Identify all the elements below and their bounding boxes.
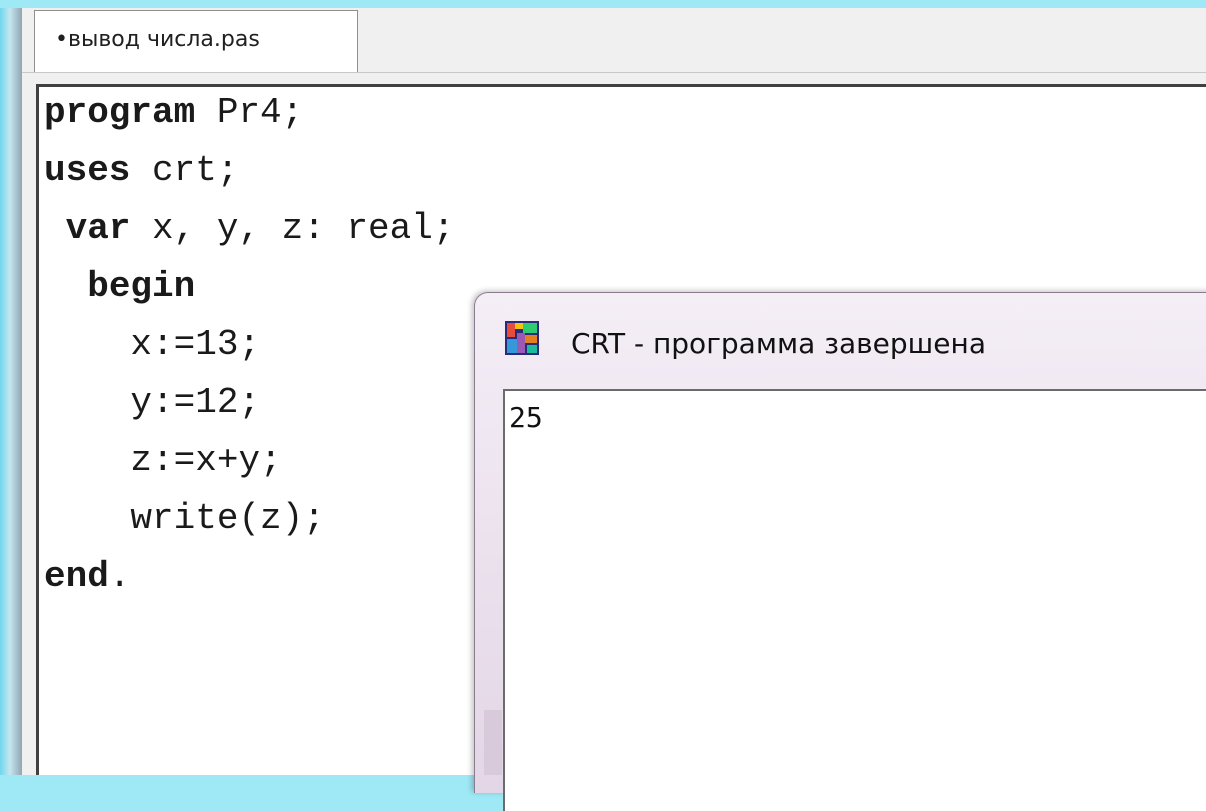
code-line-2: uses crt; (44, 150, 239, 191)
code-editor-text[interactable]: program Pr4; uses crt; var x, y, z: real… (44, 84, 454, 606)
crt-title-bar[interactable]: CRT - программа завершена (475, 293, 1206, 389)
code-line-9: end. (44, 556, 131, 597)
code-line-3: var x, y, z: real; (65, 208, 455, 249)
code-line-4: begin (87, 266, 196, 307)
tab-label: •вывод числа.pas (55, 27, 260, 52)
editor-tab-strip: •вывод числа.pas (22, 8, 1206, 73)
crt-output-window[interactable]: CRT - программа завершена 25 (474, 292, 1206, 811)
crt-window-edge (484, 710, 502, 775)
crt-output-text: 25 (509, 401, 543, 434)
tab-file-vyvod-chisla[interactable]: •вывод числа.pas (34, 10, 358, 72)
code-line-6: y:=12; (130, 382, 261, 423)
crt-app-icon (505, 321, 539, 355)
code-line-8: write(z); (130, 498, 325, 539)
code-line-1: program Pr4; (44, 92, 304, 133)
crt-window-title: CRT - программа завершена (571, 327, 986, 360)
window-frame-left (0, 8, 22, 775)
code-line-7: z:=x+y; (130, 440, 282, 481)
code-line-5: x:=13; (130, 324, 261, 365)
crt-console-area[interactable]: 25 (503, 389, 1206, 811)
